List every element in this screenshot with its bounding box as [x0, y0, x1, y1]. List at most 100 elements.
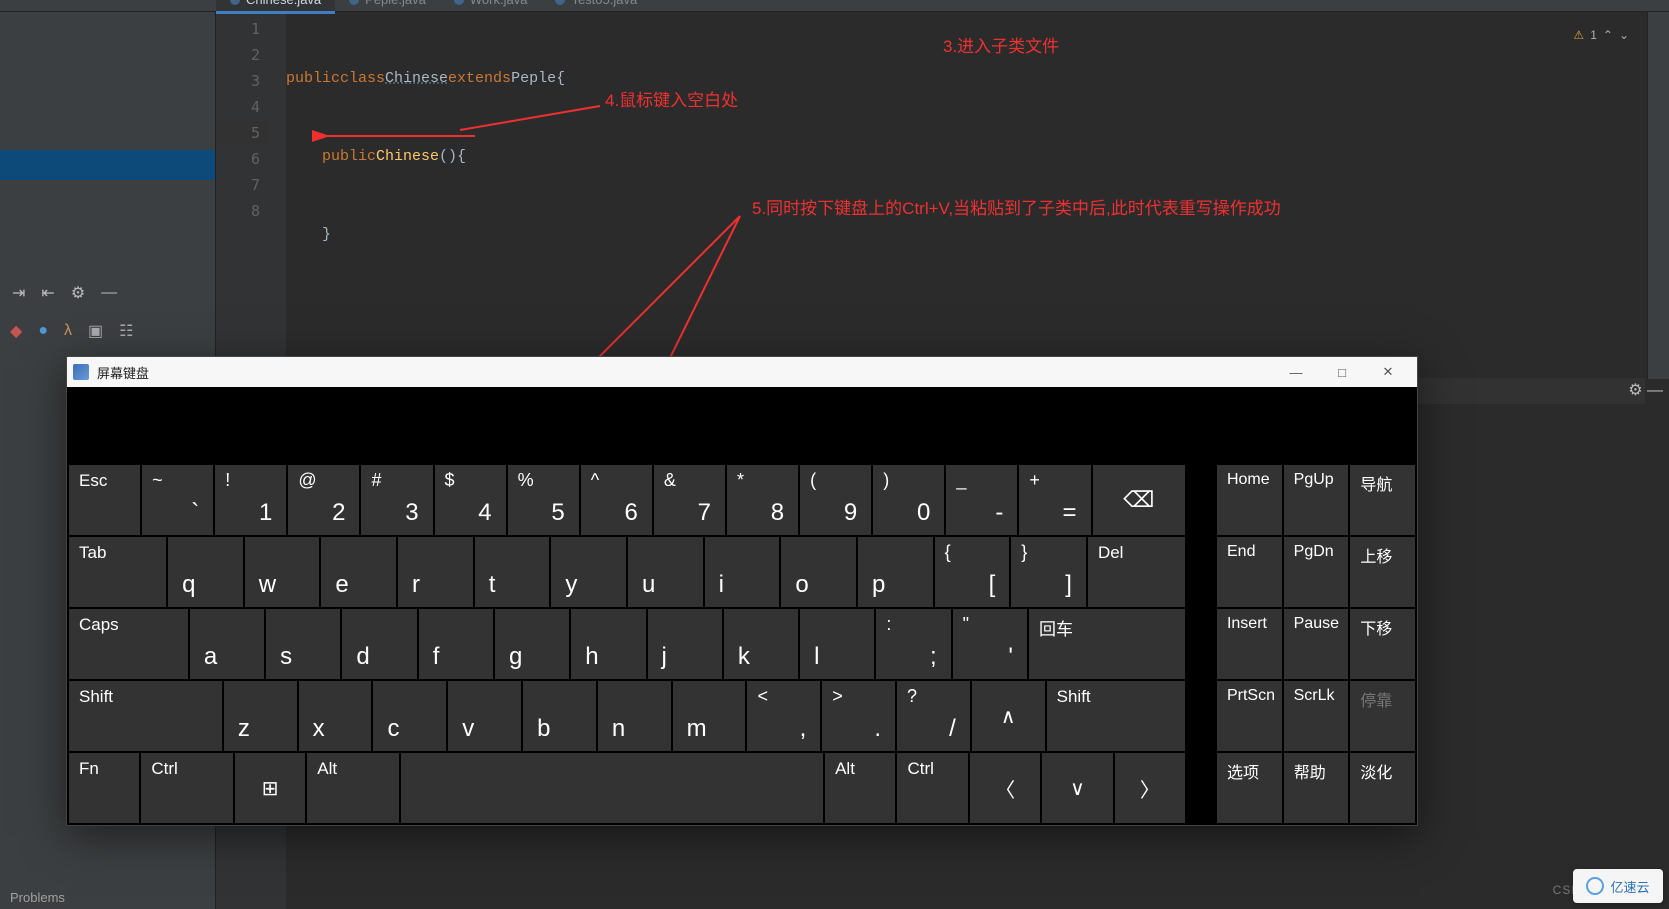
key-movedown[interactable]: 下移 [1350, 609, 1415, 679]
key-arrow-right[interactable]: 〉 [1115, 753, 1185, 823]
key-r[interactable]: r [398, 537, 473, 607]
key-rbracket[interactable]: }] [1011, 537, 1086, 607]
key-prtscn[interactable]: PrtScn [1217, 681, 1282, 751]
key-s[interactable]: s [266, 609, 340, 679]
key-k[interactable]: k [724, 609, 798, 679]
key-g[interactable]: g [495, 609, 569, 679]
key-u[interactable]: u [628, 537, 703, 607]
key-fn[interactable]: Fn [69, 753, 139, 823]
key-windows[interactable]: ⊞ [235, 753, 305, 823]
chevron-up-icon[interactable]: ⌃ [1603, 28, 1613, 42]
key-m[interactable]: m [673, 681, 746, 751]
key-x[interactable]: x [299, 681, 372, 751]
key-end[interactable]: End [1217, 537, 1282, 607]
key-pause[interactable]: Pause [1284, 609, 1349, 679]
key-slash[interactable]: ?/ [897, 681, 970, 751]
key-del[interactable]: Del [1088, 537, 1185, 607]
key-l[interactable]: l [800, 609, 874, 679]
key-j[interactable]: j [648, 609, 722, 679]
project-selected-row[interactable] [0, 150, 215, 180]
key-quote[interactable]: "' [953, 609, 1027, 679]
key-pgdn[interactable]: PgDn [1284, 537, 1349, 607]
key-lbracket[interactable]: {[ [935, 537, 1010, 607]
key-scrlk[interactable]: ScrLk [1284, 681, 1349, 751]
key-ctrl-right[interactable]: Ctrl [897, 753, 967, 823]
key-b[interactable]: b [523, 681, 596, 751]
circle-icon[interactable]: ● [38, 322, 48, 340]
key-i[interactable]: i [705, 537, 780, 607]
key-caps[interactable]: Caps [69, 609, 188, 679]
lambda-icon[interactable]: λ [64, 322, 72, 340]
key-tab[interactable]: Tab [69, 537, 166, 607]
chevron-down-icon[interactable]: ⌄ [1619, 28, 1629, 42]
key-4[interactable]: $4 [435, 465, 506, 535]
key-d[interactable]: d [342, 609, 416, 679]
key-esc[interactable]: Esc [69, 465, 140, 535]
osk-titlebar[interactable]: 屏幕键盘 — □ ✕ [67, 357, 1417, 387]
key-ctrl-left[interactable]: Ctrl [141, 753, 233, 823]
key-8[interactable]: *8 [727, 465, 798, 535]
bookmark-icon[interactable]: ◆ [10, 321, 22, 341]
maximize-button[interactable]: □ [1319, 357, 1365, 387]
key-alt-right[interactable]: Alt [825, 753, 895, 823]
key-3[interactable]: #3 [361, 465, 432, 535]
key-1[interactable]: !1 [215, 465, 286, 535]
minimize-icon[interactable]: — [101, 284, 117, 302]
tab-peple[interactable]: Peple.java [335, 0, 440, 14]
key-semicolon[interactable]: :; [876, 609, 950, 679]
layout-icon[interactable]: ▣ [88, 321, 103, 341]
key-alt-left[interactable]: Alt [307, 753, 399, 823]
key-6[interactable]: ^6 [581, 465, 652, 535]
key-arrow-left[interactable]: 〈 [970, 753, 1040, 823]
key-z[interactable]: z [224, 681, 297, 751]
key-7[interactable]: &7 [654, 465, 725, 535]
tab-test05[interactable]: Test05.java [541, 0, 651, 14]
gear-icon[interactable]: ⚙ [71, 283, 85, 303]
tab-chinese[interactable]: Chinese.java [216, 0, 335, 14]
key-period[interactable]: >. [822, 681, 895, 751]
key-options[interactable]: 选项 [1217, 753, 1282, 823]
close-button[interactable]: ✕ [1365, 357, 1411, 387]
key-c[interactable]: c [373, 681, 446, 751]
settings-gear-icon[interactable]: ⚙ — [1628, 380, 1663, 400]
key-y[interactable]: y [551, 537, 626, 607]
key-v[interactable]: v [448, 681, 521, 751]
key-space[interactable] [401, 753, 823, 823]
key-equals[interactable]: += [1019, 465, 1090, 535]
indent-icon[interactable]: ⇥ [12, 283, 25, 303]
key-dock[interactable]: 停靠 [1350, 681, 1415, 751]
problems-tab[interactable]: Problems [0, 886, 75, 909]
key-n[interactable]: n [598, 681, 671, 751]
key-2[interactable]: @2 [288, 465, 359, 535]
key-arrow-down[interactable]: ∨ [1042, 753, 1112, 823]
key-moveup[interactable]: 上移 [1350, 537, 1415, 607]
key-q[interactable]: q [168, 537, 243, 607]
outdent-icon[interactable]: ⇤ [41, 283, 54, 303]
key-h[interactable]: h [571, 609, 645, 679]
key-pgup[interactable]: PgUp [1284, 465, 1349, 535]
key-e[interactable]: e [321, 537, 396, 607]
key-help[interactable]: 帮助 [1284, 753, 1349, 823]
key-enter[interactable]: 回车 [1029, 609, 1185, 679]
key-shift-left[interactable]: Shift [69, 681, 222, 751]
key-w[interactable]: w [245, 537, 320, 607]
key-9[interactable]: (9 [800, 465, 871, 535]
key-5[interactable]: %5 [508, 465, 579, 535]
key-fade[interactable]: 淡化 [1350, 753, 1415, 823]
key-arrow-up[interactable]: ∧ [972, 681, 1045, 751]
key-0[interactable]: )0 [873, 465, 944, 535]
key-t[interactable]: t [475, 537, 550, 607]
key-shift-right[interactable]: Shift [1047, 681, 1185, 751]
inspection-widget[interactable]: ⚠ 1 ⌃ ⌄ [1573, 28, 1629, 42]
tab-work[interactable]: Work.java [440, 0, 542, 14]
minimize-button[interactable]: — [1273, 357, 1319, 387]
key-nav[interactable]: 导航 [1350, 465, 1415, 535]
key-f[interactable]: f [419, 609, 493, 679]
key-backspace[interactable]: ⌫ [1093, 465, 1185, 535]
key-backtick[interactable]: ~` [142, 465, 213, 535]
tree-icon[interactable]: ☷ [119, 321, 133, 341]
key-dash[interactable]: _- [946, 465, 1017, 535]
key-insert[interactable]: Insert [1217, 609, 1282, 679]
key-comma[interactable]: <, [747, 681, 820, 751]
key-a[interactable]: a [190, 609, 264, 679]
